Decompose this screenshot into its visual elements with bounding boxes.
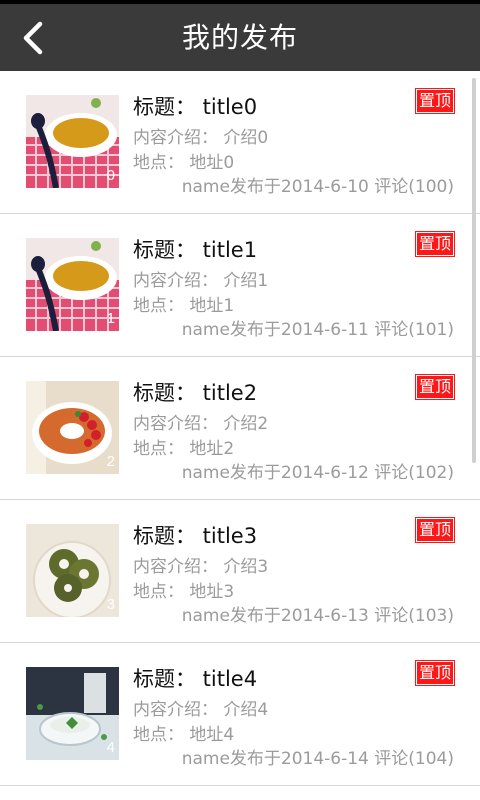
post-intro: 内容介绍： 介绍2 — [133, 414, 269, 434]
post-meta: name发布于2014-6-12 评论(102) — [181, 463, 454, 483]
page-title: 我的发布 — [181, 21, 298, 54]
post-thumbnail: 1 — [26, 238, 119, 331]
post-thumbnail: 3 — [26, 524, 119, 617]
post-meta: name发布于2014-6-11 评论(101) — [181, 320, 454, 340]
list-item[interactable]: 0 标题： title0 内容介绍： 介绍0 地点： 地址0 name发布于20… — [0, 71, 480, 214]
pinned-badge: 置顶 — [415, 661, 454, 685]
post-location: 地点： 地址0 — [133, 153, 235, 173]
post-intro: 内容介绍： 介绍0 — [133, 128, 269, 148]
dessert-photo-icon — [26, 667, 119, 760]
post-intro: 内容介绍： 介绍4 — [133, 700, 269, 720]
thumbnail-index: 0 — [106, 167, 115, 184]
list-item[interactable]: 1 标题： title1 内容介绍： 介绍1 地点： 地址1 name发布于20… — [0, 214, 480, 357]
post-title: 标题： title3 — [133, 524, 258, 548]
post-thumbnail: 4 — [26, 667, 119, 760]
thumbnail-index: 1 — [106, 310, 115, 327]
post-meta: name发布于2014-6-14 评论(104) — [181, 749, 454, 769]
post-title: 标题： title1 — [133, 238, 258, 262]
thumbnail-index: 2 — [106, 453, 115, 470]
donut-photo-icon — [26, 524, 119, 617]
cake-photo-icon — [26, 381, 119, 474]
pinned-badge: 置顶 — [415, 89, 454, 113]
post-meta: name发布于2014-6-13 评论(103) — [181, 606, 454, 626]
post-title: 标题： title2 — [133, 381, 258, 405]
thumbnail-index: 3 — [106, 596, 115, 613]
top-bar: 我的发布 — [0, 4, 480, 71]
post-list[interactable]: 0 标题： title0 内容介绍： 介绍0 地点： 地址0 name发布于20… — [0, 71, 480, 800]
post-intro: 内容介绍： 介绍3 — [133, 557, 269, 577]
post-location: 地点： 地址2 — [133, 439, 235, 459]
post-location: 地点： 地址1 — [133, 296, 235, 316]
post-intro: 内容介绍： 介绍1 — [133, 271, 269, 291]
food-photo-icon — [26, 95, 119, 188]
pinned-badge: 置顶 — [415, 232, 454, 256]
list-item[interactable]: 2 标题： title2 内容介绍： 介绍2 地点： 地址2 name发布于20… — [0, 357, 480, 500]
thumbnail-index: 4 — [106, 739, 115, 756]
post-thumbnail: 2 — [26, 381, 119, 474]
post-thumbnail: 0 — [26, 95, 119, 188]
post-location: 地点： 地址3 — [133, 582, 235, 602]
food-photo-icon — [26, 238, 119, 331]
post-title: 标题： title0 — [133, 95, 258, 119]
list-item[interactable]: 4 标题： title4 内容介绍： 介绍4 地点： 地址4 name发布于20… — [0, 643, 480, 786]
pinned-badge: 置顶 — [415, 518, 454, 542]
post-location: 地点： 地址4 — [133, 725, 235, 745]
scrollbar[interactable] — [472, 78, 476, 463]
list-item[interactable]: 3 标题： title3 内容介绍： 介绍3 地点： 地址3 name发布于20… — [0, 500, 480, 643]
pinned-badge: 置顶 — [415, 375, 454, 399]
post-meta: name发布于2014-6-10 评论(100) — [181, 177, 454, 197]
post-title: 标题： title4 — [133, 667, 258, 691]
